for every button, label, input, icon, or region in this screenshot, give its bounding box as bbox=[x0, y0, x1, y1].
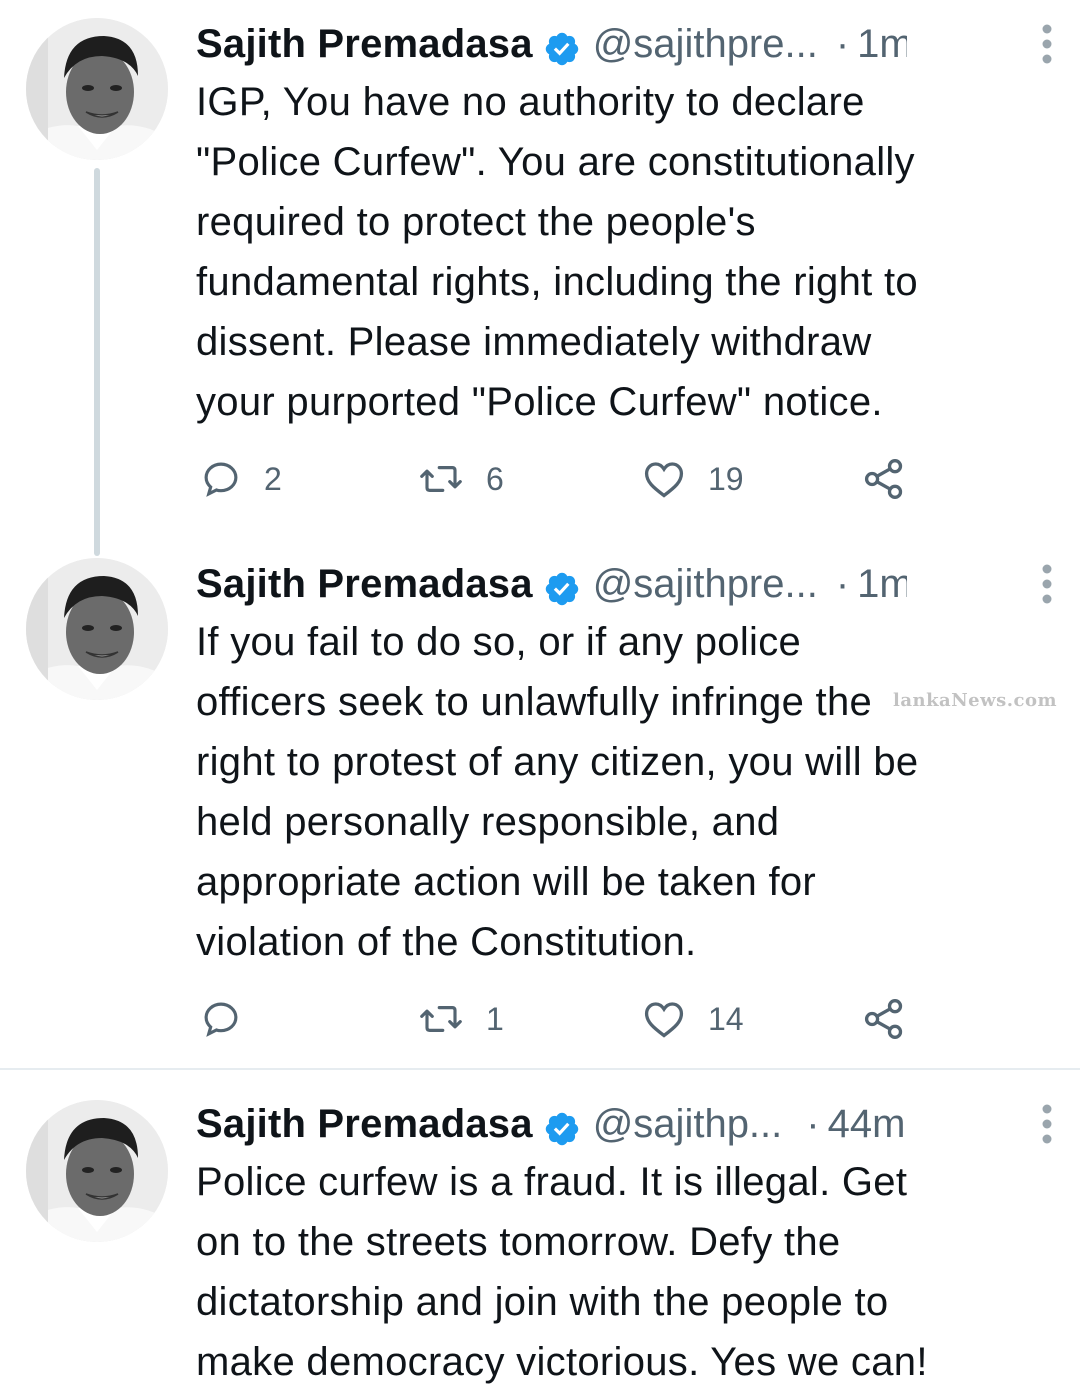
avatar-image bbox=[26, 18, 168, 160]
avatar[interactable] bbox=[26, 18, 168, 160]
retweet-icon bbox=[420, 466, 462, 492]
like-count: 14 bbox=[708, 1000, 744, 1037]
user-handle[interactable]: @sajithpre... bbox=[593, 554, 818, 614]
reply-icon bbox=[204, 1002, 238, 1037]
tweet-timestamp[interactable]: 44m bbox=[828, 1094, 906, 1154]
separator-dot: · bbox=[806, 1102, 820, 1146]
share-icon bbox=[864, 459, 903, 499]
tweet-text: If you fail to do so, or if any police o… bbox=[196, 620, 919, 964]
retweet-count: 6 bbox=[486, 460, 504, 497]
tweet-header: Sajith Premadasa @sajithp... · 44m bbox=[196, 1094, 1060, 1154]
tweet-separator bbox=[0, 1068, 1080, 1070]
display-name[interactable]: Sajith Premadasa bbox=[196, 14, 533, 74]
tweet-timestamp[interactable]: 1m bbox=[857, 14, 907, 74]
user-handle[interactable]: @sajithpre... bbox=[593, 14, 818, 74]
avatar-image bbox=[26, 558, 168, 700]
user-handle[interactable]: @sajithp... bbox=[593, 1094, 783, 1154]
reply-button[interactable] bbox=[200, 994, 264, 1044]
retweet-icon bbox=[420, 1006, 462, 1032]
reply-icon bbox=[204, 462, 238, 497]
retweet-button[interactable]: 1 bbox=[418, 994, 504, 1044]
separator-dot: · bbox=[835, 22, 850, 66]
like-button[interactable]: 14 bbox=[642, 994, 744, 1044]
more-options-icon[interactable] bbox=[1040, 1102, 1054, 1146]
like-count: 19 bbox=[708, 460, 744, 497]
retweet-button[interactable]: 6 bbox=[418, 454, 504, 504]
tweet-text: Police curfew is a fraud. It is illegal.… bbox=[196, 1160, 928, 1384]
verified-badge-icon bbox=[543, 1105, 581, 1146]
tweet-actions: 2 6 19 bbox=[196, 454, 916, 504]
tweet-actions: 1 14 bbox=[196, 994, 916, 1044]
more-options-icon[interactable] bbox=[1040, 22, 1054, 66]
tweet-text: IGP, You have no authority to declare "P… bbox=[196, 80, 918, 424]
share-button[interactable] bbox=[862, 994, 906, 1044]
more-options-icon[interactable] bbox=[1040, 562, 1054, 606]
like-icon bbox=[644, 1002, 684, 1038]
display-name[interactable]: Sajith Premadasa bbox=[196, 1094, 533, 1154]
like-icon bbox=[644, 462, 684, 498]
separator-dot: · bbox=[835, 562, 850, 606]
avatar[interactable] bbox=[26, 558, 168, 700]
reply-count: 2 bbox=[264, 460, 282, 497]
tweet[interactable]: Sajith Premadasa @sajithpre... · 1m IGP,… bbox=[0, 0, 1080, 540]
tweet-header: Sajith Premadasa @sajithpre... · 1m bbox=[196, 554, 1060, 614]
verified-badge-icon bbox=[543, 565, 581, 606]
tweet[interactable]: Sajith Premadasa @sajithp... · 44m Polic… bbox=[0, 1082, 1080, 1400]
like-button[interactable]: 19 bbox=[642, 454, 744, 504]
share-icon bbox=[864, 999, 903, 1039]
reply-button[interactable]: 2 bbox=[200, 454, 282, 504]
tweet-header: Sajith Premadasa @sajithpre... · 1m bbox=[196, 14, 1060, 74]
avatar-image bbox=[26, 1100, 168, 1242]
verified-badge-icon bbox=[543, 25, 581, 66]
tweet[interactable]: Sajith Premadasa @sajithpre... · 1m If y… bbox=[0, 540, 1080, 1068]
share-button[interactable] bbox=[862, 454, 906, 504]
display-name[interactable]: Sajith Premadasa bbox=[196, 554, 533, 614]
retweet-count: 1 bbox=[486, 1000, 504, 1037]
avatar[interactable] bbox=[26, 1100, 168, 1242]
tweet-timestamp[interactable]: 1m bbox=[857, 554, 907, 614]
watermark: lankaNews.com bbox=[893, 690, 1058, 711]
